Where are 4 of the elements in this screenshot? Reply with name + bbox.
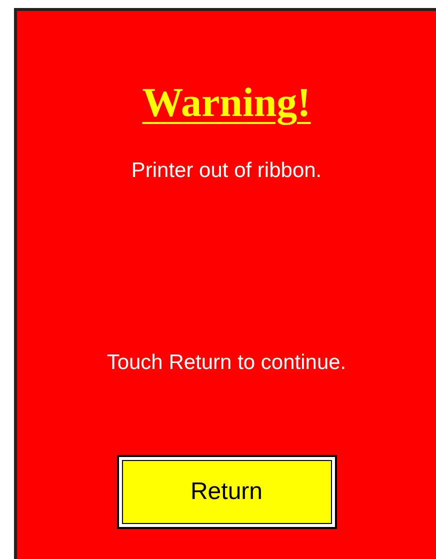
warning-title: Warning! (142, 78, 311, 126)
error-message: Printer out of ribbon. (131, 158, 322, 184)
return-button[interactable]: Return (116, 455, 336, 529)
instruction-text: Touch Return to continue. (106, 350, 346, 376)
